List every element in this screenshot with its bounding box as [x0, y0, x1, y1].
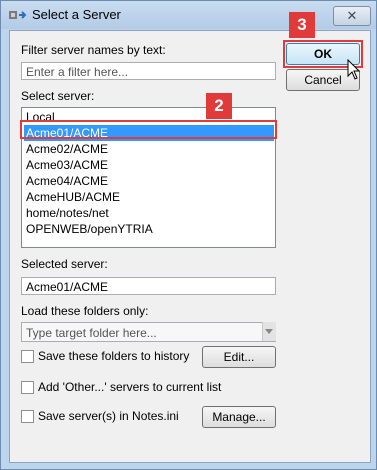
- title-bar[interactable]: Select a Server ✕: [1, 1, 376, 29]
- edit-button[interactable]: Edit...: [202, 346, 276, 368]
- list-item[interactable]: Acme03/ACME: [24, 157, 274, 173]
- list-item[interactable]: Acme02/ACME: [24, 141, 274, 157]
- select-server-dialog: Select a Server ✕ Filter server names by…: [0, 0, 377, 470]
- dialog-body: Filter server names by text: Enter a fil…: [9, 30, 371, 463]
- folder-combo-dropdown[interactable]: [262, 322, 276, 341]
- add-other-label: Add 'Other...' servers to current list: [38, 380, 222, 394]
- close-button[interactable]: ✕: [333, 6, 371, 26]
- select-server-label: Select server:: [21, 89, 95, 103]
- close-icon: ✕: [346, 8, 358, 23]
- selected-server-field[interactable]: Acme01/ACME: [21, 277, 276, 295]
- window-title: Select a Server: [32, 7, 121, 22]
- save-ini-checkbox[interactable]: [21, 410, 34, 423]
- filter-label: Filter server names by text:: [21, 43, 166, 57]
- manage-button[interactable]: Manage...: [202, 406, 276, 428]
- mouse-cursor-icon: [347, 59, 361, 80]
- step-3-callout: 3: [289, 12, 315, 38]
- list-item[interactable]: AcmeHUB/ACME: [24, 189, 274, 205]
- step-2-callout: 2: [206, 93, 232, 119]
- folders-label: Load these folders only:: [21, 304, 149, 318]
- list-item[interactable]: Acme04/ACME: [24, 173, 274, 189]
- selection-highlight-box: [20, 120, 277, 139]
- save-ini-label: Save server(s) in Notes.ini: [38, 409, 179, 423]
- add-other-checkbox[interactable]: [21, 381, 34, 394]
- list-item[interactable]: OPENWEB/openYTRIA: [24, 221, 274, 237]
- chevron-down-icon: [265, 329, 273, 334]
- folder-combo-input[interactable]: Type target folder here...: [21, 322, 276, 342]
- server-app-icon: [9, 11, 27, 19]
- list-item[interactable]: home/notes/net: [24, 205, 274, 221]
- selected-server-label: Selected server:: [21, 257, 108, 271]
- filter-input[interactable]: Enter a filter here...: [21, 62, 276, 80]
- save-history-label: Save these folders to history: [38, 349, 190, 363]
- save-history-checkbox[interactable]: [21, 350, 34, 363]
